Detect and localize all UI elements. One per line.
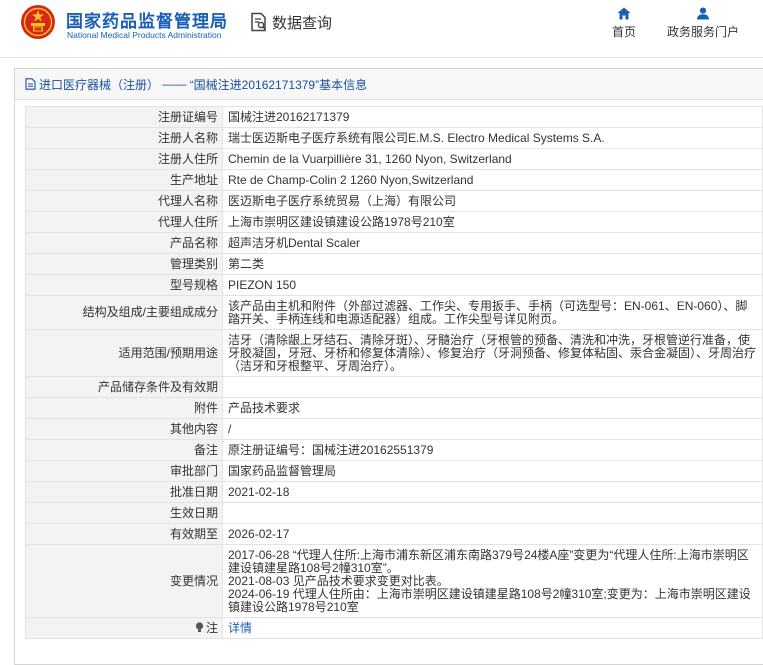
detail-panel: 进口医疗器械（注册） —— “国械注进20162171379”基本信息 注册证编…	[14, 68, 763, 665]
field-value: 洁牙（清除龈上牙结石、清除牙斑）、牙髓治疗（牙根管的预备、清洗和冲洗，牙根管逆行…	[222, 329, 763, 377]
table-row: 生效日期	[25, 502, 763, 524]
panel-title-category[interactable]: 进口医疗器械（注册）	[39, 76, 159, 93]
info-bulb-icon	[195, 621, 204, 632]
field-value: 国家药品监督管理局	[222, 460, 763, 482]
field-label: 管理类别	[25, 253, 223, 275]
nav-home-label: 首页	[612, 25, 637, 39]
field-label: 产品名称	[25, 232, 223, 254]
site-title[interactable]: 国家药品监督管理局	[66, 7, 228, 32]
field-value: /	[222, 418, 763, 440]
table-row: 变更情况 2017-06-28 “代理人住所:上海市浦东新区浦东南路379号24楼…	[25, 544, 763, 618]
table-row: 备注 原注册证编号：国械注进20162551379	[25, 439, 763, 461]
note-label-text: 注	[205, 620, 218, 635]
table-row: 结构及组成/主要组成成分 该产品由主机和附件（外部过滤器、工作尖、专用扳手、手柄（…	[25, 295, 763, 330]
table-row: 代理人名称 医迈斯电子医疗系统贸易（上海）有限公司	[25, 190, 763, 212]
field-value: 上海市崇明区建设镇建设公路1978号210室	[222, 211, 763, 233]
national-emblem-icon	[21, 5, 55, 39]
field-label: 生产地址	[25, 169, 223, 191]
table-row: 生产地址 Rte de Champ-Colin 2 1260 Nyon,Switz…	[25, 169, 763, 191]
field-label: 适用范围/预期用途	[25, 329, 223, 377]
table-row-note: 注详情	[25, 617, 763, 639]
field-label: 结构及组成/主要组成成分	[25, 295, 223, 330]
data-query-icon	[251, 12, 267, 32]
field-label: 代理人名称	[25, 190, 223, 212]
field-value: 超声洁牙机Dental Scaler	[222, 232, 763, 254]
field-label: 附件	[25, 397, 223, 419]
field-value: 该产品由主机和附件（外部过滤器、工作尖、专用扳手、手柄（可选型号：EN-061、…	[222, 295, 763, 330]
field-value: 产品技术要求	[222, 397, 763, 419]
field-label: 产品储存条件及有效期	[25, 376, 223, 398]
field-label: 有效期至	[25, 523, 223, 545]
data-query-label: 数据查询	[272, 14, 333, 32]
field-value: Rte de Champ-Colin 2 1260 Nyon,Switzerla…	[222, 169, 763, 191]
field-label: 注册人住所	[25, 148, 223, 170]
table-row: 批准日期 2021-02-18	[25, 481, 763, 503]
field-value: 2026-02-17	[222, 523, 763, 545]
field-value: Chemin de la Vuarpillière 31, 1260 Nyon,…	[222, 148, 763, 170]
table-row: 注册人名称 瑞士医迈斯电子医疗系统有限公司E.M.S. Electro Medic…	[25, 127, 763, 149]
panel-title: 进口医疗器械（注册） —— “国械注进20162171379”基本信息	[15, 69, 763, 100]
nav-gov-portal[interactable]: 政务服务门户	[667, 7, 739, 40]
user-icon	[697, 7, 709, 20]
table-row: 型号规格 PIEZON 150	[25, 274, 763, 296]
field-value: 瑞士医迈斯电子医疗系统有限公司E.M.S. Electro Medical Sy…	[222, 127, 763, 149]
info-table: 注册证编号 国械注进20162171379 注册人名称 瑞士医迈斯电子医疗系统有限公司…	[25, 106, 763, 639]
site-header: 国家药品监督管理局 National Medical Products Admi…	[0, 0, 763, 58]
details-link[interactable]: 详情	[228, 621, 252, 635]
table-row: 代理人住所 上海市崇明区建设镇建设公路1978号210室	[25, 211, 763, 233]
site-title-en: National Medical Products Administration	[67, 30, 222, 40]
field-label: 审批部门	[25, 460, 223, 482]
field-label: 注册证编号	[25, 106, 223, 128]
panel-title-cert: “国械注进20162171379”基本信息	[189, 77, 368, 92]
field-value: 2017-06-28 “代理人住所:上海市浦东新区浦东南路379号24楼A座”变…	[222, 544, 763, 618]
nav-gov-portal-label: 政务服务门户	[667, 25, 740, 39]
field-label: 变更情况	[25, 544, 223, 618]
home-icon	[617, 7, 631, 20]
field-value: 医迈斯电子医疗系统贸易（上海）有限公司	[222, 190, 763, 212]
field-value: PIEZON 150	[222, 274, 763, 296]
table-row: 其他内容 /	[25, 418, 763, 440]
field-label: 批准日期	[25, 481, 223, 503]
field-label: 型号规格	[25, 274, 223, 296]
table-row: 有效期至 2026-02-17	[25, 523, 763, 545]
table-row: 附件 产品技术要求	[25, 397, 763, 419]
field-value	[222, 502, 763, 524]
field-value: 国械注进20162171379	[222, 106, 763, 128]
table-row: 注册证编号 国械注进20162171379	[25, 106, 763, 128]
field-label: 代理人住所	[25, 211, 223, 233]
table-row: 管理类别 第二类	[25, 253, 763, 275]
note-label: 注	[25, 617, 223, 639]
panel-title-sep: ——	[159, 77, 190, 91]
field-value: 第二类	[222, 253, 763, 275]
table-row: 注册人住所 Chemin de la Vuarpillière 31, 1260 …	[25, 148, 763, 170]
table-row: 产品储存条件及有效期	[25, 376, 763, 398]
field-value: 原注册证编号：国械注进20162551379	[222, 439, 763, 461]
field-label: 其他内容	[25, 418, 223, 440]
field-label: 生效日期	[25, 502, 223, 524]
document-icon	[25, 78, 36, 90]
nav-home[interactable]: 首页	[612, 7, 636, 40]
field-value: 2021-02-18	[222, 481, 763, 503]
table-row: 适用范围/预期用途 洁牙（清除龈上牙结石、清除牙斑）、牙髓治疗（牙根管的预备、清洗…	[25, 329, 763, 377]
field-label: 备注	[25, 439, 223, 461]
table-row: 审批部门 国家药品监督管理局	[25, 460, 763, 482]
data-query-header: 数据查询	[250, 12, 332, 32]
field-label: 注册人名称	[25, 127, 223, 149]
field-value	[222, 376, 763, 398]
table-row: 产品名称 超声洁牙机Dental Scaler	[25, 232, 763, 254]
note-value: 详情	[222, 617, 763, 639]
